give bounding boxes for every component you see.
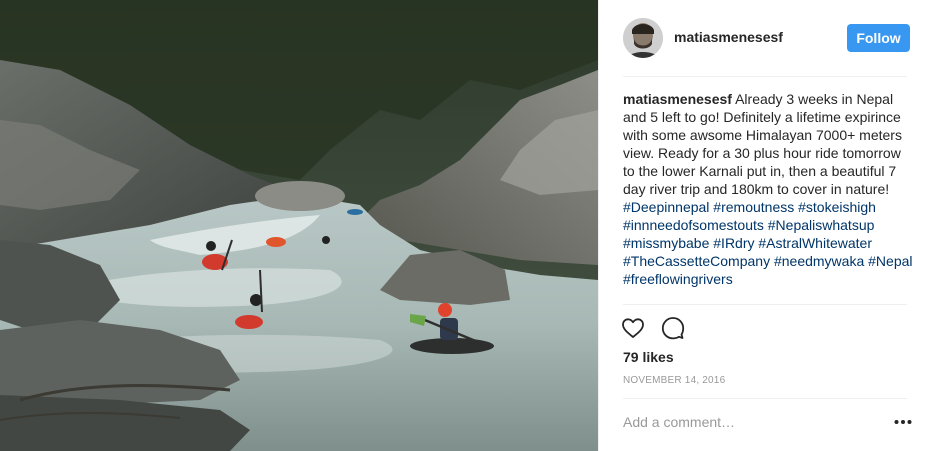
follow-button[interactable]: Follow: [847, 24, 910, 52]
comment-bubble-icon[interactable]: [659, 314, 687, 342]
post-actions: [619, 314, 687, 342]
hashtag[interactable]: #AstralWhitewater: [758, 235, 872, 251]
hashtag[interactable]: #Nepaliswhatsup: [768, 217, 875, 233]
caption-divider: [623, 304, 907, 305]
likes-count[interactable]: 79 likes: [623, 349, 674, 365]
post-header: matiasmenesesf Follow: [599, 0, 931, 76]
kayakers-river-photo: [0, 0, 598, 451]
comment-divider: [623, 398, 907, 399]
profile-photo: [623, 18, 663, 58]
hashtag[interactable]: #Nepal: [868, 253, 912, 269]
comment-form: [623, 406, 913, 438]
avatar[interactable]: [623, 18, 663, 58]
hashtag[interactable]: #TheCassetteCompany: [623, 253, 770, 269]
hashtag[interactable]: #innneedofsomestouts: [623, 217, 764, 233]
more-options-icon[interactable]: [893, 412, 913, 432]
hashtag[interactable]: #needmywaka: [774, 253, 864, 269]
heart-icon[interactable]: [619, 314, 647, 342]
post-date[interactable]: NOVEMBER 14, 2016: [623, 375, 725, 386]
instagram-post: matiasmenesesf Follow matiasmenesesf Alr…: [0, 0, 931, 451]
header-username[interactable]: matiasmenesesf: [674, 29, 783, 45]
hashtag[interactable]: #Deepinnepal: [623, 199, 709, 215]
hashtag[interactable]: #IRdry: [713, 235, 754, 251]
hashtag[interactable]: #remoutness: [713, 199, 794, 215]
header-divider: [623, 76, 907, 77]
post-caption: matiasmenesesf Already 3 weeks in Nepal …: [623, 90, 913, 304]
hashtag[interactable]: #freeflowingrivers: [623, 271, 733, 287]
post-photo[interactable]: [0, 0, 598, 451]
hashtag[interactable]: #missmybabe: [623, 235, 709, 251]
hashtag[interactable]: #stokeishigh: [798, 199, 876, 215]
post-side-panel: matiasmenesesf Follow matiasmenesesf Alr…: [598, 0, 931, 451]
caption-username[interactable]: matiasmenesesf: [623, 91, 732, 107]
comment-input[interactable]: [623, 406, 893, 438]
